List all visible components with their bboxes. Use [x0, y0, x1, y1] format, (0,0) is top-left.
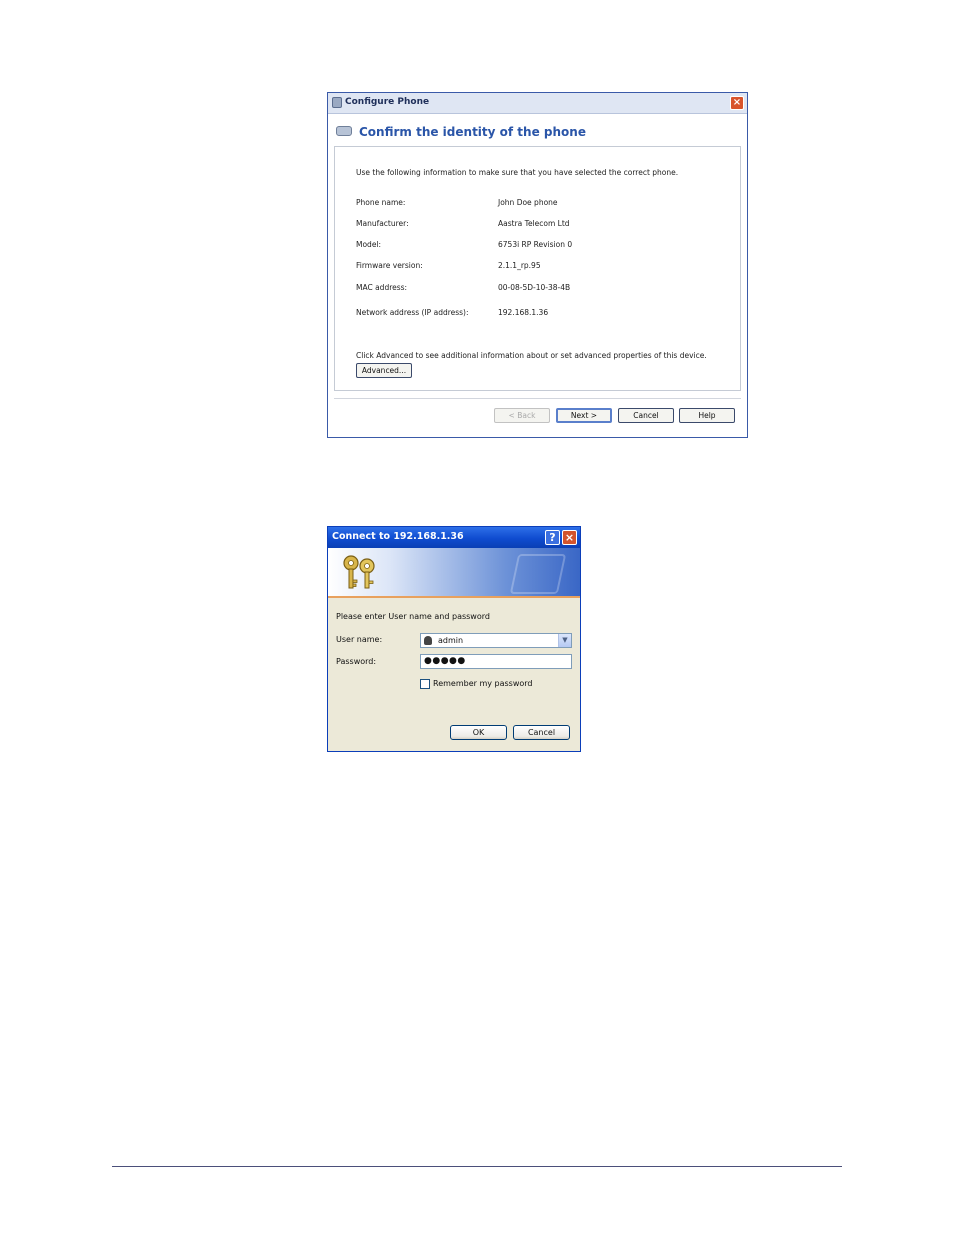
login-prompt: Please enter User name and password [336, 612, 490, 621]
wizard-header: Confirm the identity of the phone [328, 114, 747, 148]
banner [328, 548, 580, 598]
next-button[interactable]: Next > [556, 408, 612, 423]
close-button[interactable]: × [562, 530, 577, 545]
cancel-button[interactable]: Cancel [618, 408, 674, 423]
title-bar: Connect to 192.168.1.36 ? × [328, 527, 580, 548]
manufacturer-value: Aastra Telecom Ltd [498, 219, 570, 228]
ip-address-label: Network address (IP address): [356, 308, 469, 317]
model-label: Model: [356, 240, 382, 249]
advanced-note: Click Advanced to see additional informa… [356, 351, 707, 360]
configure-phone-dialog: Configure Phone × Confirm the identity o… [327, 92, 748, 438]
ok-button[interactable]: OK [450, 725, 507, 740]
phone-info-panel: Use the following information to make su… [334, 146, 741, 391]
close-button[interactable]: × [730, 96, 744, 110]
username-combobox[interactable]: admin ▼ [420, 633, 572, 648]
back-button[interactable]: < Back [494, 408, 550, 423]
remember-password-label[interactable]: Remember my password [433, 679, 533, 688]
phone-app-icon [332, 97, 342, 108]
title-bar: Configure Phone × [328, 93, 747, 114]
help-button[interactable]: ? [545, 530, 560, 545]
password-label: Password: [336, 657, 377, 666]
cancel-button[interactable]: Cancel [513, 725, 570, 740]
connect-dialog: Connect to 192.168.1.36 ? × Please enter… [327, 526, 581, 752]
firmware-label: Firmware version: [356, 261, 423, 270]
window-title: Connect to 192.168.1.36 [332, 531, 464, 542]
mac-address-value: 00-08-5D-10-38-4B [498, 283, 571, 292]
keys-icon [343, 555, 375, 589]
manufacturer-label: Manufacturer: [356, 219, 409, 228]
divider [334, 398, 741, 399]
username-label: User name: [336, 635, 383, 644]
banner-decoration [509, 554, 567, 594]
ip-address-value: 192.168.1.36 [498, 308, 549, 317]
advanced-button[interactable]: Advanced... [356, 363, 412, 378]
model-value: 6753i RP Revision 0 [498, 240, 573, 249]
user-icon [424, 636, 432, 645]
phone-icon [336, 126, 352, 136]
window-title: Configure Phone [345, 97, 430, 107]
page-heading: Confirm the identity of the phone [359, 125, 586, 139]
mac-address-label: MAC address: [356, 283, 408, 292]
remember-password-checkbox[interactable] [420, 679, 430, 689]
help-button[interactable]: Help [679, 408, 735, 423]
phone-name-value: John Doe phone [498, 198, 558, 207]
intro-text: Use the following information to make su… [356, 168, 679, 177]
password-value: ●●●●● [424, 656, 466, 666]
password-field[interactable]: ●●●●● [420, 654, 572, 669]
phone-name-label: Phone name: [356, 198, 406, 207]
chevron-down-icon[interactable]: ▼ [558, 634, 571, 647]
username-value: admin [438, 636, 464, 645]
firmware-value: 2.1.1_rp.95 [498, 261, 541, 270]
footer-rule [112, 1166, 842, 1167]
